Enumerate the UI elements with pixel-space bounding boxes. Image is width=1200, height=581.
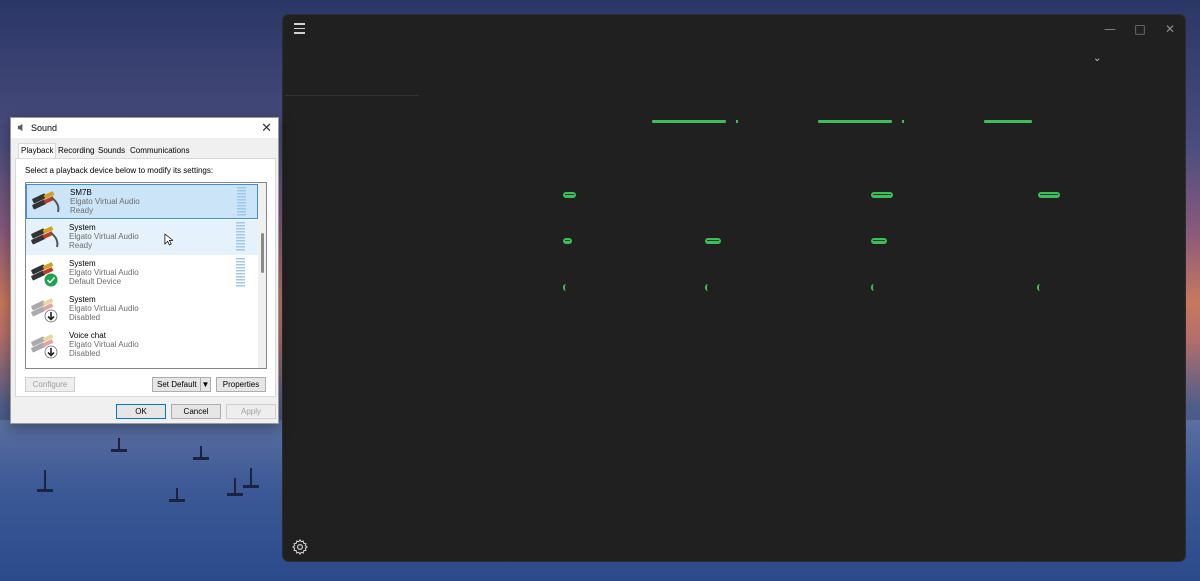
device-driver: Elgato Virtual Audio bbox=[69, 268, 139, 277]
volume-meter bbox=[237, 187, 246, 216]
device-status: Disabled bbox=[69, 349, 101, 358]
playback-panel: Select a playback device below to modify… bbox=[15, 158, 276, 397]
list-item[interactable]: System Elgato Virtual Audio Ready bbox=[26, 220, 258, 255]
device-driver: Elgato Virtual Audio bbox=[69, 304, 139, 313]
device-name: System bbox=[69, 223, 96, 232]
speaker-cable-disabled-icon bbox=[31, 298, 58, 323]
device-name: SM7B bbox=[70, 188, 92, 197]
device-name: System bbox=[69, 295, 96, 304]
boat-decoration bbox=[37, 470, 53, 492]
close-icon[interactable]: ✕ bbox=[261, 120, 272, 136]
divider bbox=[285, 95, 419, 96]
close-icon[interactable]: ✕ bbox=[1155, 19, 1185, 39]
boat-decoration bbox=[227, 478, 243, 496]
set-default-dropdown-icon[interactable]: ▼ bbox=[200, 377, 211, 392]
tab-playback[interactable]: Playback bbox=[18, 143, 57, 159]
tab-sounds[interactable]: Sounds bbox=[96, 144, 127, 157]
scrollbar[interactable] bbox=[258, 183, 266, 368]
volume-meter bbox=[236, 258, 245, 287]
cancel-button[interactable]: Cancel bbox=[171, 404, 221, 419]
minimize-icon[interactable]: — bbox=[1095, 19, 1125, 39]
set-default-button[interactable]: Set Default bbox=[152, 377, 204, 392]
volume-meter bbox=[236, 222, 245, 251]
ok-button[interactable]: OK bbox=[116, 404, 166, 419]
tab-communications[interactable]: Communications bbox=[128, 144, 192, 157]
instruction-text: Select a playback device below to modify… bbox=[25, 166, 214, 175]
boat-decoration bbox=[169, 488, 185, 502]
device-status: Ready bbox=[70, 206, 94, 215]
speaker-icon bbox=[17, 123, 23, 132]
boat-decoration bbox=[193, 446, 209, 460]
mix-level-bar bbox=[818, 120, 892, 123]
device-driver: Elgato Virtual Audio bbox=[69, 340, 139, 349]
device-name: Voice chat bbox=[69, 331, 106, 340]
properties-button[interactable]: Properties bbox=[216, 377, 266, 392]
channel-indicator bbox=[1037, 284, 1042, 291]
channel-indicator bbox=[871, 192, 893, 198]
channel-indicator bbox=[871, 238, 887, 244]
speaker-cable-icon bbox=[32, 191, 60, 213]
scrollbar-thumb[interactable] bbox=[261, 233, 264, 273]
channel-indicator bbox=[1038, 192, 1060, 198]
list-item[interactable]: System Elgato Virtual Audio Disabled bbox=[26, 292, 258, 327]
mouse-cursor-icon bbox=[164, 233, 173, 246]
speaker-cable-default-icon bbox=[31, 262, 58, 287]
mix-level-dot bbox=[736, 120, 738, 123]
list-item[interactable]: SM7B Elgato Virtual Audio Ready bbox=[26, 184, 258, 219]
hamburger-menu-icon[interactable] bbox=[294, 20, 316, 40]
mix-level-dot bbox=[902, 120, 904, 123]
device-status: Disabled bbox=[69, 313, 101, 322]
channel-indicator bbox=[563, 192, 576, 198]
maximize-icon[interactable]: □ bbox=[1125, 19, 1155, 39]
speaker-cable-disabled-icon bbox=[31, 334, 58, 359]
device-driver: Elgato Virtual Audio bbox=[69, 232, 139, 241]
chevron-down-icon[interactable]: ⌄ bbox=[1093, 53, 1101, 64]
apply-button[interactable]: Apply bbox=[226, 404, 276, 419]
channel-indicator bbox=[563, 284, 568, 291]
boat-decoration bbox=[111, 438, 127, 452]
list-item[interactable]: System Elgato Virtual Audio Default Devi… bbox=[26, 256, 258, 291]
app-window: — □ ✕ ⌄ bbox=[282, 14, 1186, 562]
sound-dialog: Sound ✕ Playback Recording Sounds Commun… bbox=[10, 117, 279, 424]
boat-decoration bbox=[243, 468, 259, 488]
channel-indicator bbox=[705, 284, 710, 291]
set-default-label: Set Default bbox=[157, 380, 197, 389]
list-item[interactable]: Voice chat Elgato Virtual Audio Disabled bbox=[26, 328, 258, 363]
device-status: Ready bbox=[69, 241, 93, 250]
gear-icon[interactable] bbox=[291, 538, 309, 556]
device-list[interactable]: SM7B Elgato Virtual Audio Ready System E… bbox=[25, 182, 267, 369]
mix-level-bar bbox=[984, 120, 1032, 123]
device-name: System bbox=[69, 259, 96, 268]
channel-indicator bbox=[871, 284, 876, 291]
mix-level-bar bbox=[652, 120, 726, 123]
tab-recording[interactable]: Recording bbox=[56, 144, 96, 157]
channel-indicator bbox=[563, 238, 572, 244]
device-status: Default Device bbox=[69, 277, 122, 286]
dialog-title: Sound bbox=[31, 123, 58, 133]
title-bar: Sound ✕ bbox=[11, 118, 278, 138]
channel-indicator bbox=[705, 238, 721, 244]
configure-button[interactable]: Configure bbox=[25, 377, 75, 392]
speaker-cable-icon bbox=[31, 226, 59, 248]
device-driver: Elgato Virtual Audio bbox=[70, 197, 140, 206]
